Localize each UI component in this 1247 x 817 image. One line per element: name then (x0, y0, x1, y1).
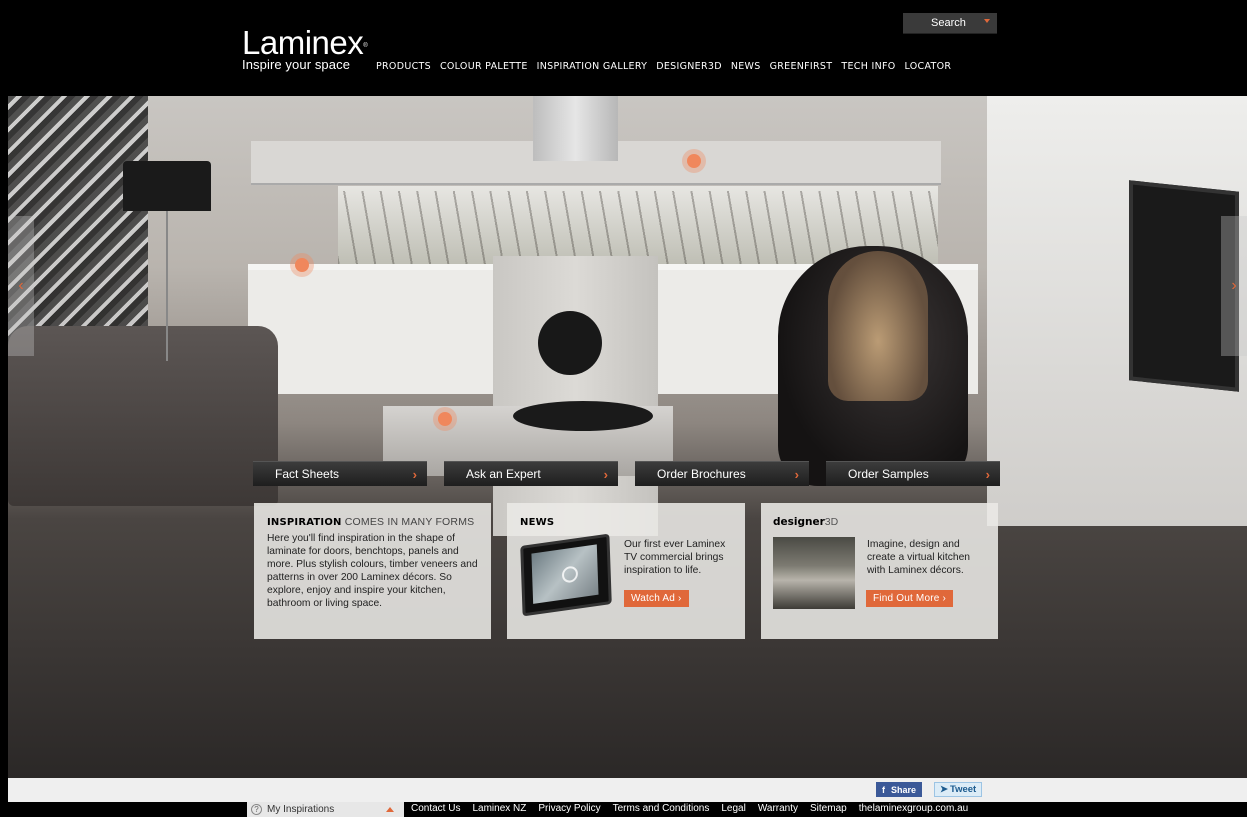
hero-sofa (8, 326, 278, 506)
main-nav: PRODUCTS COLOUR PALETTE INSPIRATION GALL… (376, 61, 960, 72)
logo-registered-mark: ® (363, 43, 368, 49)
footer-link-laminex-nz[interactable]: Laminex NZ (472, 803, 526, 814)
news-tablet-thumbnail[interactable] (520, 533, 612, 617)
button-label: Order Brochures (657, 467, 746, 481)
news-text: Our first ever Laminex TV commercial bri… (624, 539, 726, 576)
chevron-right-icon: › (985, 466, 990, 482)
laminex-logo[interactable]: Laminex® Inspire your space (242, 24, 368, 72)
tweet-label: Tweet (949, 784, 977, 795)
chevron-right-icon: › (794, 466, 799, 482)
watch-ad-button[interactable]: Watch Ad › (624, 590, 689, 607)
find-out-more-button[interactable]: Find Out More › (866, 590, 954, 607)
nav-greenfirst[interactable]: GREENFIRST (770, 61, 833, 72)
nav-products[interactable]: PRODUCTS (376, 61, 431, 72)
video-screen (531, 544, 599, 604)
footer-link-terms[interactable]: Terms and Conditions (613, 803, 710, 814)
tweet-button[interactable]: ➤ Tweet (934, 782, 983, 797)
hero-person (828, 251, 928, 401)
twitter-icon: ➤ (940, 784, 948, 795)
hero-lamp-pole (166, 211, 168, 361)
button-label: Fact Sheets (275, 467, 340, 481)
nav-locator[interactable]: LOCATOR (905, 61, 952, 72)
footer-link-sitemap[interactable]: Sitemap (810, 803, 847, 814)
facebook-share-button[interactable]: f Share (876, 782, 923, 797)
chevron-right-icon: › (1231, 277, 1237, 294)
carousel-next-button[interactable]: › (1221, 216, 1247, 356)
hero-bowl (513, 401, 653, 431)
footer-link-privacy-policy[interactable]: Privacy Policy (538, 803, 600, 814)
inspiration-panel: INSPIRATION COMES IN MANY FORMS Here you… (254, 503, 491, 639)
facebook-share-label: Share (891, 784, 917, 795)
nav-inspiration-gallery[interactable]: INSPIRATION GALLERY (537, 61, 648, 72)
news-title: NEWS (520, 517, 555, 528)
search-label: Search (931, 17, 966, 29)
carousel-prev-button[interactable]: ‹ (8, 216, 34, 356)
designer3d-title-rest: 3D (824, 516, 839, 528)
site-footer: ? My Inspirations Contact Us Laminex NZ … (8, 802, 1247, 817)
footer-link-laminex-group[interactable]: thelaminexgroup.com.au (859, 803, 969, 814)
hotspot-icon[interactable] (438, 412, 452, 426)
kitchen-thumbnail[interactable] (773, 537, 855, 609)
designer3d-title-bold: designer (773, 516, 825, 528)
chevron-right-icon: › (603, 466, 608, 482)
help-icon: ? (251, 804, 262, 815)
hotspot-icon[interactable] (687, 154, 701, 168)
hero-range-hood (533, 96, 618, 161)
share-bar: f Share ➤ Tweet (8, 778, 1247, 802)
designer3d-text: Imagine, design and create a virtual kit… (867, 539, 971, 576)
logo-tagline: Inspire your space (242, 57, 351, 72)
play-icon (561, 565, 579, 584)
footer-link-warranty[interactable]: Warranty (758, 803, 798, 814)
logo-wordmark: Laminex (242, 24, 364, 61)
designer3d-title: designer3D (773, 516, 986, 528)
designer3d-panel: designer3D Imagine, design and create a … (761, 503, 998, 639)
fact-sheets-button[interactable]: Fact Sheets › (253, 461, 427, 486)
footer-link-legal[interactable]: Legal (721, 803, 745, 814)
hero-banner: ‹ › (8, 96, 1247, 778)
footer-link-contact-us[interactable]: Contact Us (411, 803, 460, 814)
hotspot-icon[interactable] (295, 258, 309, 272)
search-button[interactable]: Search (903, 13, 997, 34)
nav-news[interactable]: NEWS (731, 61, 761, 72)
nav-colour-palette[interactable]: COLOUR PALETTE (440, 61, 528, 72)
chevron-up-icon (386, 807, 394, 812)
site-header: Laminex® Inspire your space PRODUCTS COL… (8, 10, 1247, 96)
news-panel: NEWS Our first ever Laminex TV commercia… (507, 503, 745, 639)
facebook-icon: f (882, 784, 885, 795)
hero-island (493, 256, 658, 536)
ask-an-expert-button[interactable]: Ask an Expert › (444, 461, 618, 486)
inspiration-title-rest: COMES IN MANY FORMS (341, 516, 475, 528)
hero-lamp-shade (123, 161, 211, 211)
footer-links: Contact Us Laminex NZ Privacy Policy Ter… (411, 803, 980, 814)
chevron-left-icon: ‹ (18, 277, 24, 294)
button-label: Order Samples (848, 467, 929, 481)
inspiration-text: Here you'll find inspiration in the shap… (267, 533, 478, 609)
order-samples-button[interactable]: Order Samples › (826, 461, 1000, 486)
nav-tech-info[interactable]: TECH INFO (841, 61, 895, 72)
order-brochures-button[interactable]: Order Brochures › (635, 461, 809, 486)
chevron-right-icon: › (412, 466, 417, 482)
button-label: Ask an Expert (466, 467, 541, 481)
my-inspirations-label: My Inspirations (267, 804, 335, 815)
nav-designer3d[interactable]: DESIGNER3D (656, 61, 722, 72)
quick-actions: Fact Sheets › Ask an Expert › Order Broc… (253, 461, 1000, 486)
inspiration-title-bold: INSPIRATION (267, 517, 342, 528)
chevron-down-icon (984, 19, 990, 23)
my-inspirations-tab[interactable]: ? My Inspirations (247, 802, 404, 817)
hero-sculpture (538, 311, 602, 375)
inspiration-title: INSPIRATION COMES IN MANY FORMS (267, 516, 479, 528)
